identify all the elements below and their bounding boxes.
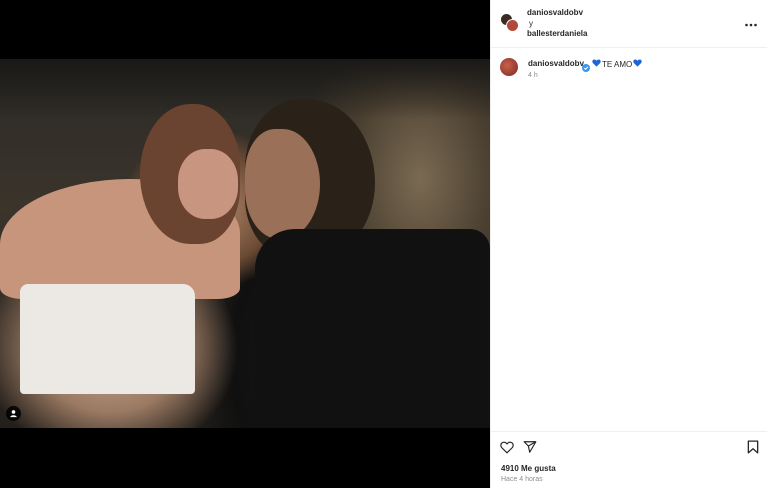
avatar[interactable] — [506, 19, 519, 32]
avatar[interactable] — [500, 58, 518, 76]
more-horizontal-icon[interactable] — [744, 17, 758, 27]
author-link[interactable]: daniosvaldobv — [527, 8, 583, 17]
post-header: daniosvaldobv y ballesterdaniela — [491, 0, 767, 48]
collab-conjunction: y — [529, 19, 533, 28]
photo-shirt-black — [255, 229, 490, 428]
caption-message: TE AMO — [602, 59, 633, 69]
photo-ceiling — [0, 59, 490, 119]
bookmark-icon[interactable] — [747, 440, 759, 454]
photo-face — [178, 149, 238, 219]
paper-plane-icon[interactable] — [523, 440, 537, 454]
caption-time[interactable]: 4 h — [528, 72, 538, 79]
post-photo[interactable] — [0, 59, 490, 428]
blue-heart-icon — [592, 59, 601, 69]
person-tag-icon[interactable] — [6, 406, 21, 421]
blue-heart-icon — [633, 59, 642, 69]
collab-avatars[interactable] — [500, 13, 519, 32]
post-sidebar: daniosvaldobv y ballesterdaniela daniosv… — [490, 0, 767, 488]
photo-face-man — [245, 129, 320, 239]
caption-username[interactable]: daniosvaldobv — [528, 59, 584, 68]
collaborator-link[interactable]: ballesterdaniela — [527, 29, 587, 38]
photo-top-white — [20, 284, 195, 394]
caption-text: TE AMO — [592, 59, 642, 69]
heart-outline-icon[interactable] — [500, 440, 514, 454]
media-pane — [0, 0, 490, 488]
post-actions: 4910 Me gusta Hace 4 horas — [491, 431, 767, 488]
verified-badge-icon — [582, 59, 590, 72]
post-timestamp[interactable]: Hace 4 horas — [501, 476, 543, 483]
likes-count[interactable]: 4910 Me gusta — [501, 464, 556, 473]
